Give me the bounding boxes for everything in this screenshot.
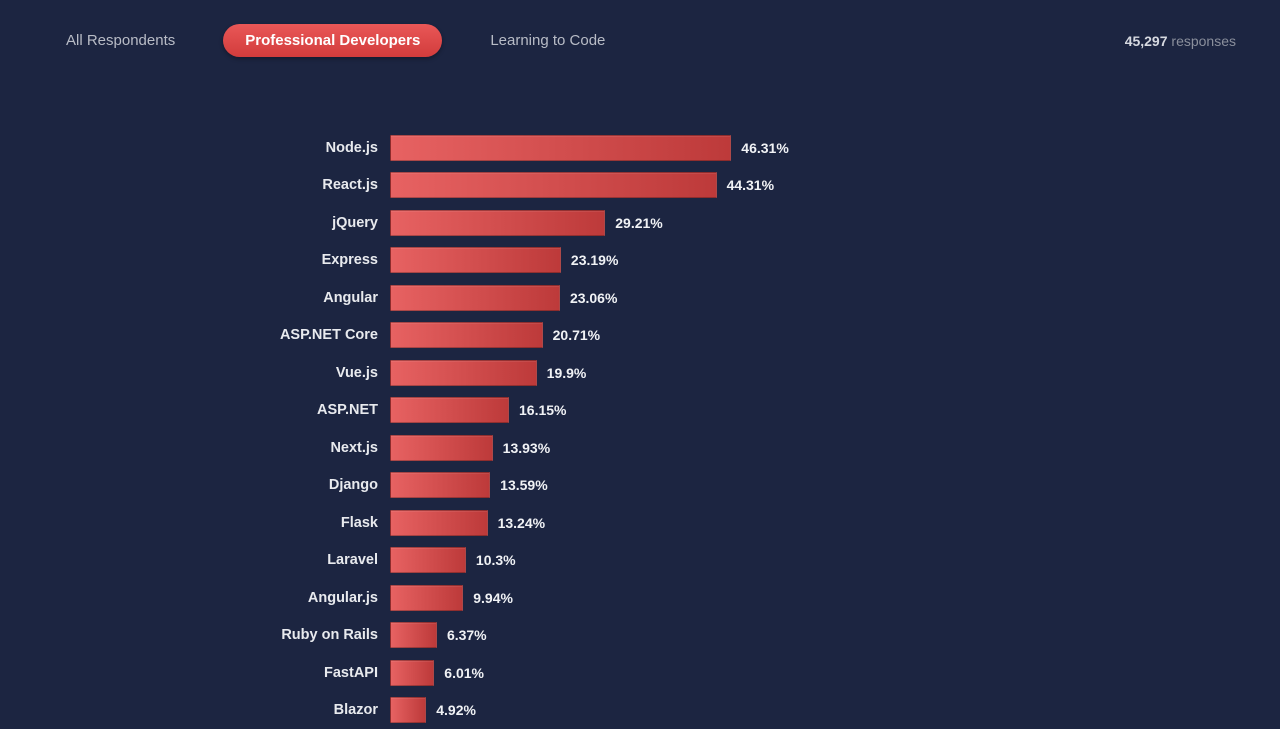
bar-wrap: 19.9% [390, 360, 1236, 386]
bar-wrap: 6.37% [390, 622, 1236, 648]
bar-wrap: 13.24% [390, 510, 1236, 536]
bar-value: 46.31% [731, 140, 788, 156]
bar-wrap: 6.01% [390, 660, 1236, 686]
bar-label: Blazor [44, 702, 390, 718]
bar [390, 397, 509, 423]
bar-value: 6.01% [434, 665, 484, 681]
bar-value: 16.15% [509, 402, 566, 418]
bar-wrap: 23.19% [390, 247, 1236, 273]
bar [390, 172, 717, 198]
bar-label: React.js [44, 177, 390, 193]
chart-row: Laravel 10.3% [44, 542, 1236, 580]
chart-row: Angular.js 9.94% [44, 579, 1236, 617]
bar [390, 435, 493, 461]
bar [390, 247, 561, 273]
bar-label: jQuery [44, 215, 390, 231]
bar-label: Django [44, 477, 390, 493]
tab-learning-to-code[interactable]: Learning to Code [468, 24, 627, 57]
bar-value: 13.59% [490, 477, 547, 493]
chart-row: FastAPI 6.01% [44, 654, 1236, 692]
bar-value: 9.94% [463, 590, 513, 606]
responses-suffix: responses [1168, 33, 1236, 49]
bar-label: ASP.NET Core [44, 327, 390, 343]
bar [390, 585, 463, 611]
chart-row: Express 23.19% [44, 242, 1236, 280]
header: All Respondents Professional Developers … [0, 0, 1280, 69]
bar-wrap: 4.92% [390, 697, 1236, 723]
chart-row: ASP.NET Core 20.71% [44, 317, 1236, 355]
bar-value: 23.06% [560, 290, 617, 306]
tabs-group: All Respondents Professional Developers … [44, 24, 627, 57]
bar [390, 547, 466, 573]
bar-wrap: 46.31% [390, 135, 1236, 161]
bar [390, 285, 560, 311]
chart-row: Blazor 4.92% [44, 692, 1236, 729]
bar-value: 19.9% [537, 365, 587, 381]
bar-wrap: 9.94% [390, 585, 1236, 611]
bar-label: Flask [44, 515, 390, 531]
chart-row: jQuery 29.21% [44, 204, 1236, 242]
bar-value: 10.3% [466, 552, 516, 568]
bar-label: Angular [44, 290, 390, 306]
bar-value: 23.19% [561, 252, 618, 268]
bar-wrap: 44.31% [390, 172, 1236, 198]
bar [390, 322, 543, 348]
bar-wrap: 29.21% [390, 210, 1236, 236]
bar-label: Next.js [44, 440, 390, 456]
bar [390, 697, 426, 723]
chart-row: Django 13.59% [44, 467, 1236, 505]
chart-row: Node.js 46.31% [44, 129, 1236, 167]
tab-all-respondents[interactable]: All Respondents [44, 24, 197, 57]
bar-value: 20.71% [543, 327, 600, 343]
chart-row: React.js 44.31% [44, 167, 1236, 205]
bar-label: Node.js [44, 140, 390, 156]
bar [390, 472, 490, 498]
bar-value: 13.93% [493, 440, 550, 456]
chart-row: Ruby on Rails 6.37% [44, 617, 1236, 655]
chart: Node.js 46.31% React.js 44.31% jQuery 29.21% E… [0, 69, 1280, 729]
bar [390, 360, 537, 386]
bar-wrap: 16.15% [390, 397, 1236, 423]
bar-label: Laravel [44, 552, 390, 568]
bar-value: 13.24% [488, 515, 545, 531]
bar-wrap: 13.93% [390, 435, 1236, 461]
bar-label: ASP.NET [44, 402, 390, 418]
bar-wrap: 13.59% [390, 472, 1236, 498]
bar-value: 29.21% [605, 215, 662, 231]
bar-value: 44.31% [717, 177, 774, 193]
bar [390, 622, 437, 648]
bar-label: Angular.js [44, 590, 390, 606]
bar-value: 6.37% [437, 627, 487, 643]
chart-row: Angular 23.06% [44, 279, 1236, 317]
tab-professional-developers[interactable]: Professional Developers [223, 24, 442, 57]
bar-wrap: 20.71% [390, 322, 1236, 348]
bar [390, 135, 731, 161]
bar-wrap: 10.3% [390, 547, 1236, 573]
chart-row: Flask 13.24% [44, 504, 1236, 542]
bar [390, 510, 488, 536]
chart-row: Next.js 13.93% [44, 429, 1236, 467]
bar [390, 210, 605, 236]
bar-label: Ruby on Rails [44, 627, 390, 643]
chart-row: Vue.js 19.9% [44, 354, 1236, 392]
bar [390, 660, 434, 686]
bar-label: Express [44, 252, 390, 268]
bar-wrap: 23.06% [390, 285, 1236, 311]
bar-label: FastAPI [44, 665, 390, 681]
bar-value: 4.92% [426, 702, 476, 718]
chart-row: ASP.NET 16.15% [44, 392, 1236, 430]
responses-count: 45,297 responses [1125, 33, 1236, 49]
bar-label: Vue.js [44, 365, 390, 381]
responses-number: 45,297 [1125, 33, 1168, 49]
